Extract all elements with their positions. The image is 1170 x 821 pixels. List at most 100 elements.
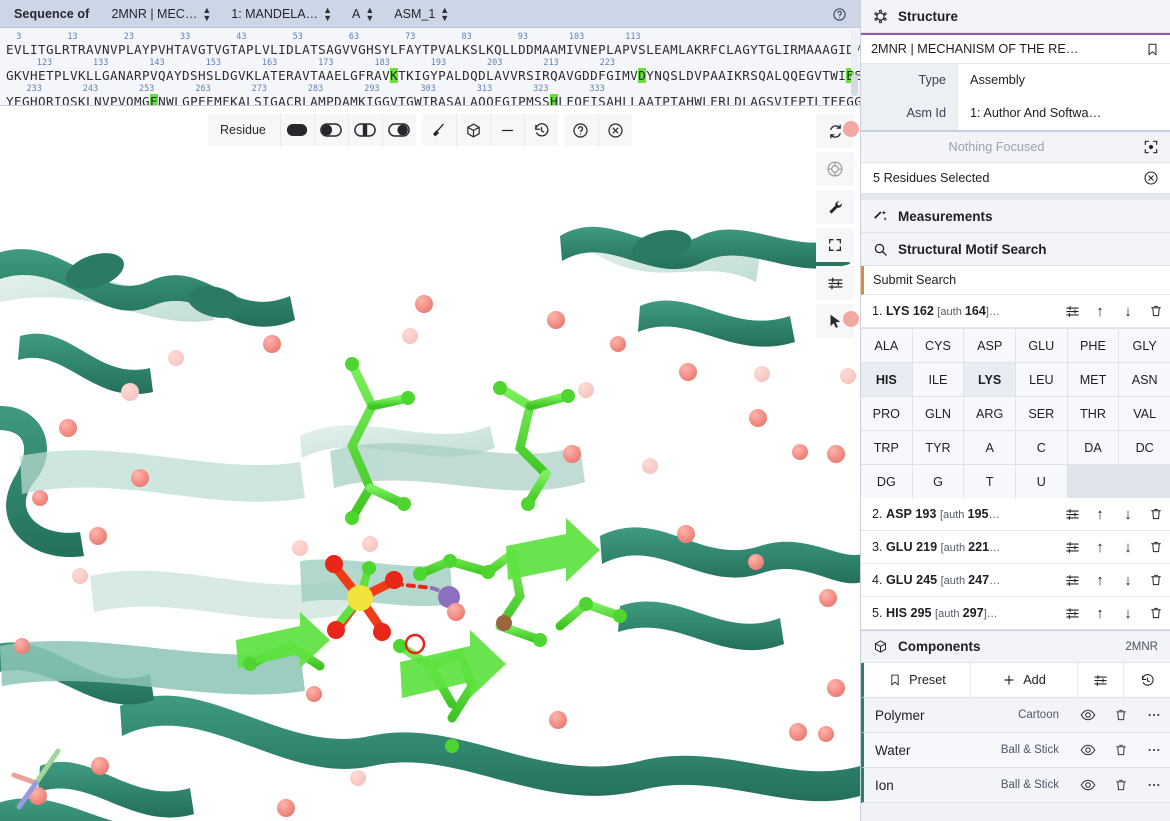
sequence-row[interactable]: 123 133 143 153 163 173 183 193 203 213 … — [6, 58, 860, 84]
settings-tools-button[interactable] — [816, 190, 854, 224]
residue-options-button[interactable] — [1058, 531, 1086, 564]
residue-move-down-button[interactable]: ↓ — [1114, 564, 1142, 597]
residue-options-button[interactable] — [1058, 295, 1086, 328]
residue-delete-button[interactable] — [1142, 597, 1170, 630]
entry-select[interactable]: 2MNR | MEC… ▲▼ — [101, 0, 221, 28]
sequence-scrollbar[interactable] — [851, 30, 858, 104]
amino-acid-cell-leu[interactable]: LEU — [1016, 363, 1067, 396]
amino-acid-cell-ser[interactable]: SER — [1016, 397, 1067, 430]
amino-acid-cell-da[interactable]: DA — [1068, 431, 1119, 464]
sequence-row[interactable]: 3 13 23 33 43 53 63 73 83 93 103 113 EVL… — [6, 32, 860, 58]
residue-options-button[interactable] — [1058, 564, 1086, 597]
sequence-residues[interactable]: LFQEISAHLLAATPTAHWLERLDLAGSVIEPTLTFEGGNA… — [558, 94, 860, 106]
structure-asmid-value[interactable]: 1: Author And Softwa… — [958, 97, 1170, 130]
sequence-body[interactable]: 3 13 23 33 43 53 63 73 83 93 103 113 EVL… — [0, 28, 860, 106]
sequence-residues[interactable]: YNQSLDVPAAIKRSQALQQEGVTWI — [646, 68, 846, 83]
amino-acid-cell-met[interactable]: MET — [1068, 363, 1119, 396]
motif-residue-row[interactable]: 5. HIS 295 [auth 297]…↑↓ — [861, 597, 1170, 630]
component-row[interactable]: WaterBall & Stick — [861, 733, 1170, 768]
sequence-highlighted-residue[interactable]: K — [390, 68, 398, 83]
reset-camera-button[interactable] — [816, 114, 854, 148]
residue-delete-button[interactable] — [1142, 498, 1170, 531]
sequence-residues[interactable]: GKVHETPLVKLLGANARPVQAYDSHSLDGVKLATERAVTA… — [6, 68, 390, 83]
amino-acid-cell-a[interactable]: A — [964, 431, 1015, 464]
amino-acid-cell-u[interactable]: U — [1016, 465, 1067, 498]
screenshot-button[interactable] — [816, 152, 854, 186]
sequence-residues[interactable]: TKIGYPALDQDLAVVRSIRQAVGDDFGIMV — [398, 68, 638, 83]
amino-acid-cell-tyr[interactable]: TYR — [913, 431, 964, 464]
theme-brush-button[interactable] — [422, 114, 456, 146]
amino-acid-cell-arg[interactable]: ARG — [964, 397, 1015, 430]
amino-acid-cell-gly[interactable]: GLY — [1119, 329, 1170, 362]
amino-acid-cell-thr[interactable]: THR — [1068, 397, 1119, 430]
component-visibility-button[interactable] — [1071, 698, 1104, 733]
amino-acid-cell-dc[interactable]: DC — [1119, 431, 1170, 464]
components-section-header[interactable]: Components 2MNR — [861, 630, 1170, 663]
structure-type-row[interactable]: Type Assembly — [861, 64, 1170, 97]
component-visibility-button[interactable] — [1071, 733, 1104, 768]
amino-acid-cell-c[interactable]: C — [1016, 431, 1067, 464]
residue-options-button[interactable] — [1058, 597, 1086, 630]
amino-acid-cell-g[interactable]: G — [913, 465, 964, 498]
motif-residue-row[interactable]: 2. ASP 193 [auth 195…↑↓ — [861, 498, 1170, 531]
amino-acid-cell-dg[interactable]: DG — [861, 465, 912, 498]
selection-mode-button[interactable] — [816, 304, 854, 338]
residue-delete-button[interactable] — [1142, 531, 1170, 564]
component-delete-button[interactable] — [1104, 768, 1137, 803]
sequence-scrollbar-thumb[interactable] — [851, 74, 858, 96]
sequence-row[interactable]: 233 243 253 263 273 283 293 303 313 323 … — [6, 84, 860, 106]
amino-acid-cell-cys[interactable]: CYS — [913, 329, 964, 362]
selection-close-button[interactable] — [598, 114, 632, 146]
selection-granularity-label[interactable]: Residue — [208, 114, 280, 146]
component-row[interactable]: PolymerCartoon — [861, 698, 1170, 733]
component-more-button[interactable] — [1137, 768, 1170, 803]
sequence-highlighted-residue[interactable]: H — [550, 94, 558, 106]
chain-select[interactable]: A ▲▼ — [342, 0, 384, 28]
motif-residue-row[interactable]: 3. GLU 219 [auth 221…↑↓ — [861, 531, 1170, 564]
structure-asmid-row[interactable]: Asm Id 1: Author And Softwa… — [861, 97, 1170, 130]
residue-move-down-button[interactable]: ↓ — [1114, 531, 1142, 564]
residue-move-up-button[interactable]: ↑ — [1086, 597, 1114, 630]
focus-target-button[interactable] — [1132, 131, 1170, 164]
residue-move-down-button[interactable]: ↓ — [1114, 295, 1142, 328]
sequence-help-button[interactable] — [824, 0, 854, 28]
molecule-3d-viewport[interactable] — [0, 106, 860, 821]
structure-bookmark-button[interactable] — [1134, 34, 1170, 65]
submit-search-button[interactable]: Submit Search — [861, 266, 1170, 295]
residue-delete-button[interactable] — [1142, 295, 1170, 328]
remove-button[interactable] — [490, 114, 524, 146]
amino-acid-cell-phe[interactable]: PHE — [1068, 329, 1119, 362]
sequence-residues[interactable]: EVLITGLRTRAVNVPLAYPVHTAVGTVGTAPLVLIDLATS… — [6, 42, 860, 57]
motif-section-header[interactable]: Structural Motif Search — [861, 233, 1170, 266]
sequence-highlighted-residue[interactable]: E — [150, 94, 158, 106]
sequence-row-residues[interactable]: EVLITGLRTRAVNVPLAYPVHTAVGTVGTAPLVLIDLATS… — [6, 42, 860, 58]
component-visibility-button[interactable] — [1071, 768, 1104, 803]
residue-delete-button[interactable] — [1142, 564, 1170, 597]
select-union-toggle[interactable] — [280, 114, 314, 146]
undo-button[interactable] — [524, 114, 558, 146]
component-delete-button[interactable] — [1104, 698, 1137, 733]
component-row[interactable]: IonBall & Stick — [861, 768, 1170, 803]
amino-acid-cell-gln[interactable]: GLN — [913, 397, 964, 430]
viewport-settings-button[interactable] — [816, 266, 854, 300]
fullscreen-button[interactable] — [816, 228, 854, 262]
motif-residue-row[interactable]: 4. GLU 245 [auth 247…↑↓ — [861, 564, 1170, 597]
residue-move-up-button[interactable]: ↑ — [1086, 295, 1114, 328]
amino-acid-cell-trp[interactable]: TRP — [861, 431, 912, 464]
operator-select[interactable]: ASM_1 ▲▼ — [384, 0, 459, 28]
structure-entry-row[interactable]: 2MNR | MECHANISM OF THE RE… — [861, 33, 1170, 64]
sequence-residues[interactable]: NWLGPEEMFKALSIGACRLAMPDAMKIGGVTGWIRASALA… — [158, 94, 550, 106]
amino-acid-cell-asp[interactable]: ASP — [964, 329, 1015, 362]
residue-move-up-button[interactable]: ↑ — [1086, 531, 1114, 564]
residue-move-up-button[interactable]: ↑ — [1086, 498, 1114, 531]
amino-acid-cell-ile[interactable]: ILE — [913, 363, 964, 396]
sequence-highlighted-residue[interactable]: D — [638, 68, 646, 83]
representation-button[interactable] — [456, 114, 490, 146]
amino-acid-cell-asn[interactable]: ASN — [1119, 363, 1170, 396]
select-intersect-toggle[interactable] — [348, 114, 382, 146]
component-delete-button[interactable] — [1104, 733, 1137, 768]
preset-button[interactable]: Preset — [864, 663, 971, 697]
selection-help-button[interactable] — [564, 114, 598, 146]
amino-acid-cell-lys[interactable]: LYS — [964, 363, 1015, 396]
component-more-button[interactable] — [1137, 733, 1170, 768]
